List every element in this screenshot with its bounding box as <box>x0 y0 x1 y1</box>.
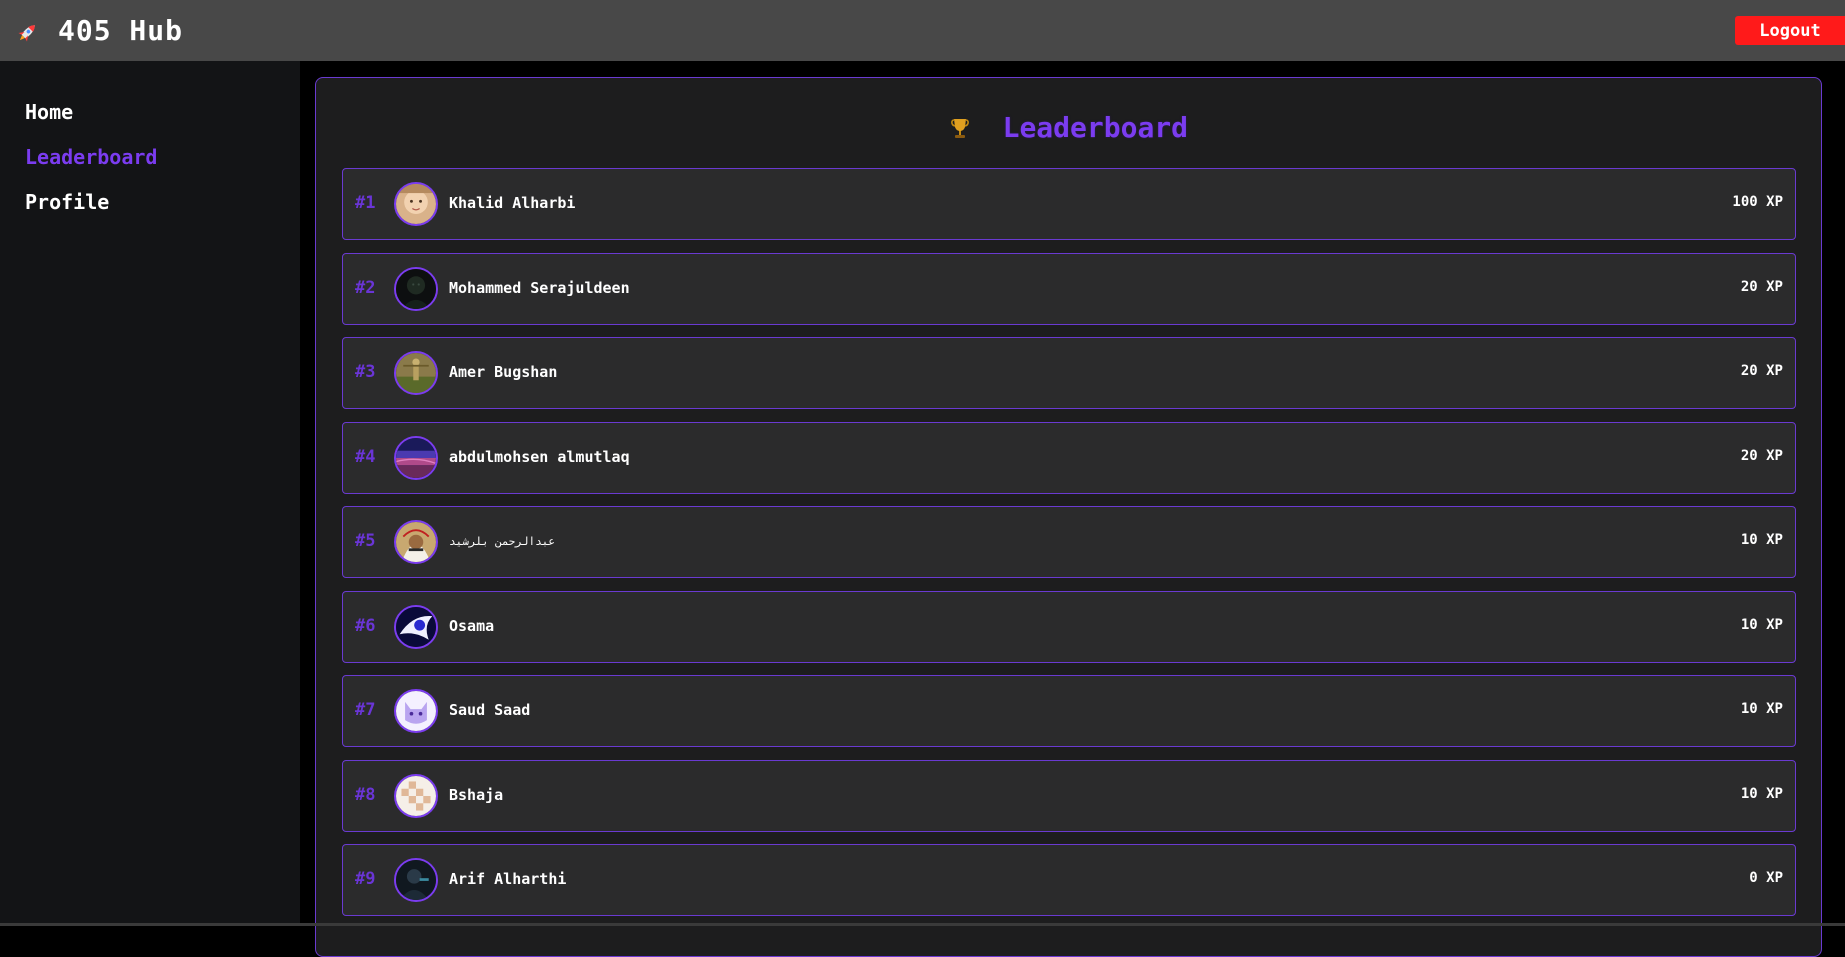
trophy-icon <box>949 116 971 140</box>
rank-label: #2 <box>355 277 376 298</box>
rank-label: #7 <box>355 700 376 720</box>
xp-value: 100 XP <box>1732 194 1783 210</box>
rank-label: #4 <box>355 446 376 467</box>
leaderboard-row[interactable]: #7 Saud Saad 10 XP <box>342 675 1796 747</box>
xp-value: 0 XP <box>1749 870 1783 886</box>
rank-label: #3 <box>355 362 376 382</box>
leaderboard-row[interactable]: #5 عبدالرحمن بلرشيد 10 XP <box>342 506 1796 578</box>
rank-label: #8 <box>355 784 376 805</box>
user-name: abdulmohsen almutlaq <box>449 447 630 466</box>
leaderboard-row[interactable]: #1 Khalid Alharbi 100 XP <box>342 168 1796 240</box>
leaderboard-row[interactable]: #8 Bshaja 10 XP <box>342 759 1796 832</box>
leaderboard-row[interactable]: #9 Arif Alharthi 0 XP <box>342 844 1796 916</box>
user-name: Saud Saad <box>449 701 531 719</box>
xp-value: 20 XP <box>1740 278 1783 295</box>
avatar <box>394 266 438 311</box>
avatar <box>394 773 438 818</box>
user-name: Amer Bugshan <box>449 363 558 381</box>
sidebar-item-home[interactable]: Home <box>25 96 300 141</box>
leaderboard-panel: Leaderboard #1 Khalid Alharbi 100 XP #2 … <box>315 77 1822 957</box>
leaderboard-row[interactable]: #2 Mohammed Serajuldeen 20 XP <box>342 252 1796 325</box>
xp-value: 10 XP <box>1740 701 1783 717</box>
avatar <box>394 351 438 395</box>
user-name: Mohammed Serajuldeen <box>449 278 630 297</box>
sidebar: Home Leaderboard Profile <box>0 61 300 926</box>
leaderboard-row[interactable]: #6 Osama 10 XP <box>342 590 1796 663</box>
brand[interactable]: 405 Hub <box>14 14 183 47</box>
page-title: Leaderboard <box>1002 111 1189 144</box>
avatar <box>394 604 438 649</box>
rocket-icon <box>14 20 40 46</box>
leaderboard-row[interactable]: #4 abdulmohsen almutlaq 20 XP <box>342 421 1796 494</box>
logout-button[interactable]: Logout <box>1735 16 1845 45</box>
rank-label: #1 <box>355 193 376 213</box>
leaderboard-list: #1 Khalid Alharbi 100 XP #2 Mohammed Ser… <box>342 168 1796 929</box>
avatar <box>394 520 438 564</box>
user-name: Bshaja <box>449 785 504 804</box>
avatar <box>394 689 438 733</box>
app-title: 405 Hub <box>58 14 184 47</box>
rank-label: #9 <box>355 869 376 889</box>
top-bar: 405 Hub Logout <box>0 0 1845 61</box>
xp-value: 20 XP <box>1740 447 1783 464</box>
sidebar-item-profile[interactable]: Profile <box>25 186 300 231</box>
rank-label: #6 <box>355 615 376 636</box>
avatar <box>394 435 438 480</box>
leaderboard-header: Leaderboard <box>316 111 1821 151</box>
user-name: عبدالرحمن بلرشيد <box>449 535 555 548</box>
xp-value: 10 XP <box>1740 532 1783 548</box>
user-name: Khalid Alharbi <box>449 194 576 212</box>
xp-value: 20 XP <box>1740 363 1783 379</box>
xp-value: 10 XP <box>1740 616 1783 633</box>
sidebar-item-leaderboard[interactable]: Leaderboard <box>25 141 300 186</box>
leaderboard-row[interactable]: #3 Amer Bugshan 20 XP <box>342 337 1796 409</box>
user-name: Arif Alharthi <box>449 870 567 888</box>
avatar <box>394 858 438 902</box>
avatar <box>394 182 438 226</box>
xp-value: 10 XP <box>1740 785 1783 802</box>
user-name: Osama <box>449 616 495 635</box>
rank-label: #5 <box>355 531 376 551</box>
